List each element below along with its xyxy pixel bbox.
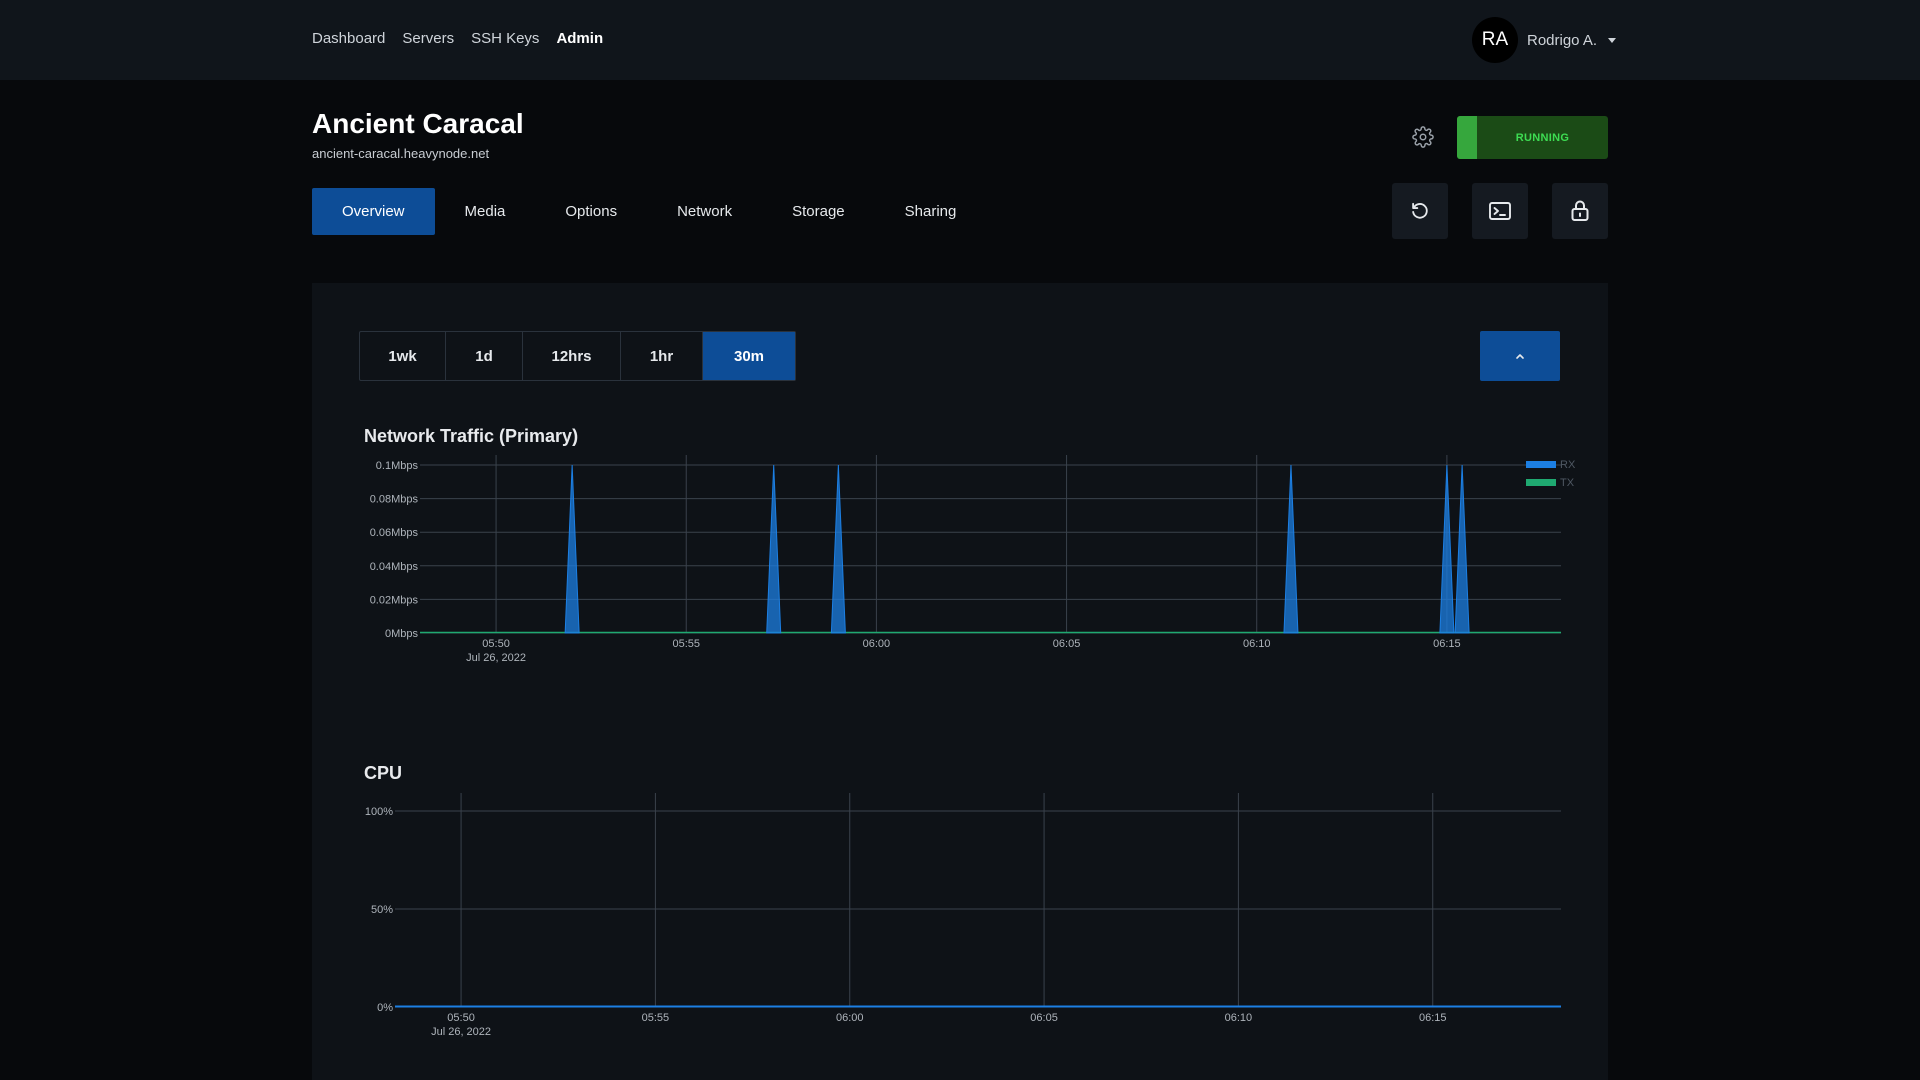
range-1hr[interactable]: 1hr [621, 332, 703, 380]
rx-spike [1454, 464, 1470, 634]
server-title: Ancient Caracal [312, 108, 524, 139]
tab-media[interactable]: Media [435, 188, 536, 235]
y-tick-label: 50% [371, 904, 393, 916]
y-tick-label: 0.02Mbps [370, 594, 419, 606]
x-tick-label: 05:50 [482, 638, 510, 650]
gear-icon[interactable] [1412, 126, 1434, 148]
legend-rx-label: RX [1560, 459, 1576, 471]
x-tick-label: 05:50 [447, 1012, 475, 1024]
x-tick-label: 06:00 [836, 1012, 864, 1024]
legend-tx-label: TX [1560, 477, 1575, 489]
nav-dashboard[interactable]: Dashboard [312, 30, 385, 47]
y-tick-label: 0.08Mbps [370, 494, 419, 506]
tab-options[interactable]: Options [535, 188, 647, 235]
y-tick-label: 0Mbps [385, 628, 419, 640]
y-tick-label: 0.1Mbps [376, 460, 419, 472]
collapse-button[interactable] [1480, 331, 1560, 381]
legend-tx-swatch [1526, 479, 1556, 486]
status-indicator [1457, 116, 1477, 159]
status-label: RUNNING [1515, 131, 1570, 144]
nav-admin[interactable]: Admin [556, 30, 603, 47]
y-tick-label: 0% [377, 1002, 393, 1014]
stats-panel: 1wk 1d 12hrs 1hr 30m Network Traffic (Pr… [312, 283, 1608, 1080]
chevron-up-icon [1516, 354, 1524, 359]
lock-button[interactable] [1552, 183, 1608, 239]
y-tick-label: 0.04Mbps [370, 561, 419, 573]
avatar: RA [1472, 17, 1518, 63]
rx-spike [1439, 464, 1455, 634]
tab-overview[interactable]: Overview [312, 188, 435, 235]
status-badge[interactable]: RUNNING [1457, 116, 1608, 159]
top-navbar: Dashboard Servers SSH Keys Admin RA Rodr… [0, 0, 1920, 80]
x-tick-label: 06:10 [1225, 1012, 1253, 1024]
x-tick-label: 06:00 [863, 638, 891, 650]
x-tick-label: 06:05 [1030, 1012, 1058, 1024]
time-range-selector: 1wk 1d 12hrs 1hr 30m [359, 331, 796, 381]
server-tabs: Overview Media Options Network Storage S… [312, 188, 986, 235]
x-tick-label: 05:55 [672, 638, 700, 650]
legend-rx-swatch [1526, 461, 1556, 468]
x-tick-label: 06:05 [1053, 638, 1081, 650]
lock-icon [1571, 200, 1589, 221]
y-tick-label: 0.06Mbps [370, 527, 419, 539]
console-button[interactable] [1472, 183, 1528, 239]
tab-storage[interactable]: Storage [762, 188, 875, 235]
rx-spike [564, 464, 580, 634]
x-tick-label: 05:55 [642, 1012, 670, 1024]
range-1wk[interactable]: 1wk [360, 332, 446, 380]
rx-spike [1283, 464, 1299, 634]
user-menu[interactable]: RA Rodrigo A. [1472, 17, 1617, 63]
restart-button[interactable] [1392, 183, 1448, 239]
range-30m[interactable]: 30m [703, 332, 795, 380]
x-tick-label: 06:15 [1419, 1012, 1447, 1024]
chevron-down-icon [1608, 37, 1617, 43]
restart-icon [1412, 202, 1428, 219]
user-name: Rodrigo A. [1527, 31, 1598, 49]
range-1d[interactable]: 1d [446, 332, 523, 380]
tab-sharing[interactable]: Sharing [875, 188, 987, 235]
nav-ssh-keys[interactable]: SSH Keys [471, 30, 539, 47]
server-hostname: ancient-caracal.heavynode.net [312, 146, 490, 161]
x-tick-label: 06:10 [1243, 638, 1271, 650]
rx-spike [830, 464, 846, 634]
main-nav: Dashboard Servers SSH Keys Admin [312, 30, 603, 47]
x-date-label: Jul 26, 2022 [431, 1026, 491, 1038]
nav-servers[interactable]: Servers [402, 30, 454, 47]
x-tick-label: 06:15 [1433, 638, 1461, 650]
network-traffic-chart: 0Mbps 0.02Mbps 0.04Mbps 0.06Mbps 0.08Mbps 0.1… [370, 455, 1576, 664]
network-chart-title: Network Traffic (Primary) [364, 426, 579, 446]
tab-network[interactable]: Network [647, 188, 762, 235]
rx-spike [766, 464, 782, 634]
y-tick-label: 100% [365, 806, 393, 818]
range-12hrs[interactable]: 12hrs [523, 332, 621, 380]
cpu-chart-title: CPU [364, 763, 403, 783]
x-date-label: Jul 26, 2022 [466, 652, 526, 664]
cpu-chart: 0% 50% 100% 05:50 Jul 26, 2022 05:55 06:00 06:0… [365, 793, 1561, 1038]
console-icon [1489, 202, 1511, 220]
